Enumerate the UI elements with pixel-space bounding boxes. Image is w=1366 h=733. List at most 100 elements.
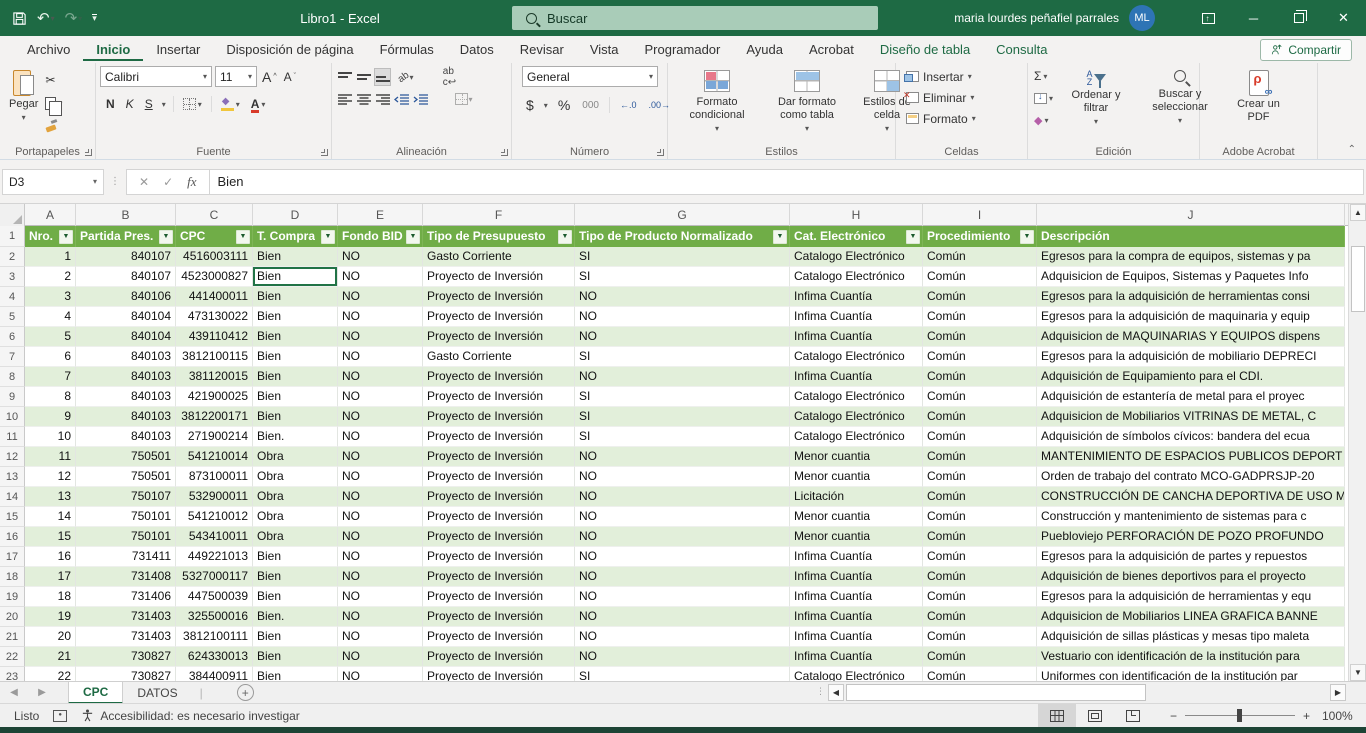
cell-A23[interactable]: 22	[25, 667, 76, 681]
cell-I18[interactable]: Común	[923, 567, 1037, 587]
column-header-B[interactable]: B	[76, 204, 176, 226]
cell-J23[interactable]: Uniformes con identificación de la insti…	[1037, 667, 1345, 681]
align-right-button[interactable]	[374, 90, 391, 108]
filter-dropdown-icon[interactable]: ▼	[773, 230, 787, 244]
font-color-button[interactable]: A▾	[249, 94, 268, 114]
cell-B10[interactable]: 840103	[76, 407, 176, 427]
cell-I4[interactable]: Común	[923, 287, 1037, 307]
cell-C21[interactable]: 3812100111	[176, 627, 253, 647]
cell-J19[interactable]: Egresos para la adquisición de herramien…	[1037, 587, 1345, 607]
table-header-A[interactable]: Nro.▼	[25, 226, 76, 247]
number-format-select[interactable]: General▾	[522, 66, 658, 87]
cell-G4[interactable]: NO	[575, 287, 790, 307]
scroll-up-icon[interactable]: ▲	[1350, 204, 1366, 221]
cell-H8[interactable]: Infima Cuantía	[790, 367, 923, 387]
cell-E3[interactable]: NO	[338, 267, 423, 287]
cell-J18[interactable]: Adquisición de bienes deportivos para el…	[1037, 567, 1345, 587]
row-header-5[interactable]: 5	[0, 307, 25, 327]
save-icon[interactable]	[12, 11, 27, 26]
cell-B5[interactable]: 840104	[76, 307, 176, 327]
cell-J17[interactable]: Egresos para la adquisición de partes y …	[1037, 547, 1345, 567]
cell-F2[interactable]: Gasto Corriente	[423, 247, 575, 267]
cell-A7[interactable]: 6	[25, 347, 76, 367]
cell-H7[interactable]: Catalogo Electrónico	[790, 347, 923, 367]
filter-dropdown-icon[interactable]: ▼	[321, 230, 335, 244]
cell-J8[interactable]: Adquisición de Equipamiento para el CDI.	[1037, 367, 1345, 387]
cell-G12[interactable]: NO	[575, 447, 790, 467]
filter-dropdown-icon[interactable]: ▼	[1020, 230, 1034, 244]
macro-record-icon[interactable]	[53, 710, 67, 722]
currency-button[interactable]: $	[524, 95, 536, 115]
cell-D6[interactable]: Bien	[253, 327, 338, 347]
decrease-indent-button[interactable]	[393, 90, 410, 108]
close-button[interactable]: ✕	[1321, 0, 1366, 36]
cell-I23[interactable]: Común	[923, 667, 1037, 681]
cell-C7[interactable]: 3812100115	[176, 347, 253, 367]
cell-B3[interactable]: 840107	[76, 267, 176, 287]
cell-J7[interactable]: Egresos para la adquisición de mobiliari…	[1037, 347, 1345, 367]
cell-I12[interactable]: Común	[923, 447, 1037, 467]
cell-A22[interactable]: 21	[25, 647, 76, 667]
customize-qat-button[interactable]: ▾	[92, 14, 97, 22]
cell-J12[interactable]: MANTENIMIENTO DE ESPACIOS PUBLICOS DEPOR…	[1037, 447, 1345, 467]
cell-F18[interactable]: Proyecto de Inversión	[423, 567, 575, 587]
wrap-text-button[interactable]: abc↩	[441, 68, 458, 86]
collapse-ribbon-icon[interactable]: ⌃	[1348, 144, 1356, 155]
increase-indent-button[interactable]	[412, 90, 429, 108]
cell-E23[interactable]: NO	[338, 667, 423, 681]
create-pdf-button[interactable]: Crear un PDF	[1204, 66, 1313, 124]
cell-C5[interactable]: 473130022	[176, 307, 253, 327]
cell-E12[interactable]: NO	[338, 447, 423, 467]
cell-D21[interactable]: Bien	[253, 627, 338, 647]
cell-H19[interactable]: Infima Cuantía	[790, 587, 923, 607]
avatar[interactable]: ML	[1129, 5, 1155, 31]
cell-G9[interactable]: SI	[575, 387, 790, 407]
cell-G15[interactable]: NO	[575, 507, 790, 527]
cell-J10[interactable]: Adquisicion de Mobiliarios VITRINAS DE M…	[1037, 407, 1345, 427]
cell-G16[interactable]: NO	[575, 527, 790, 547]
ribbon-tab-datos[interactable]: Datos	[447, 38, 507, 62]
row-header-20[interactable]: 20	[0, 607, 25, 627]
fill-color-button[interactable]: ▾	[219, 94, 242, 114]
filter-dropdown-icon[interactable]: ▼	[59, 230, 73, 244]
ribbon-tab-insertar[interactable]: Insertar	[143, 38, 213, 62]
cell-B2[interactable]: 840107	[76, 247, 176, 267]
cell-G22[interactable]: NO	[575, 647, 790, 667]
cell-E7[interactable]: NO	[338, 347, 423, 367]
cell-C2[interactable]: 4516003111	[176, 247, 253, 267]
row-header-13[interactable]: 13	[0, 467, 25, 487]
column-header-F[interactable]: F	[423, 204, 575, 226]
cell-J13[interactable]: Orden de trabajo del contrato MCO-GADPRS…	[1037, 467, 1345, 487]
insert-function-icon[interactable]: fx	[187, 174, 196, 190]
cell-I7[interactable]: Común	[923, 347, 1037, 367]
cell-F21[interactable]: Proyecto de Inversión	[423, 627, 575, 647]
column-header-I[interactable]: I	[923, 204, 1037, 226]
table-header-H[interactable]: Cat. Electrónico▼	[790, 226, 923, 247]
cell-B8[interactable]: 840103	[76, 367, 176, 387]
cell-H18[interactable]: Infima Cuantía	[790, 567, 923, 587]
zoom-slider-handle[interactable]	[1237, 709, 1242, 722]
cell-H23[interactable]: Catalogo Electrónico	[790, 667, 923, 681]
filter-dropdown-icon[interactable]: ▼	[906, 230, 920, 244]
cell-C14[interactable]: 532900011	[176, 487, 253, 507]
cell-A5[interactable]: 4	[25, 307, 76, 327]
cell-A10[interactable]: 9	[25, 407, 76, 427]
cell-I20[interactable]: Común	[923, 607, 1037, 627]
cell-H14[interactable]: Licitación	[790, 487, 923, 507]
cell-A8[interactable]: 7	[25, 367, 76, 387]
formula-bar-splitter[interactable]: ⋮	[104, 176, 126, 187]
cell-G17[interactable]: NO	[575, 547, 790, 567]
cell-H11[interactable]: Catalogo Electrónico	[790, 427, 923, 447]
sort-filter-button[interactable]: AZ Ordenar y filtrar▾	[1059, 66, 1133, 143]
ribbon-tab-disposición-de-página[interactable]: Disposición de página	[213, 38, 366, 62]
cell-F13[interactable]: Proyecto de Inversión	[423, 467, 575, 487]
cell-E17[interactable]: NO	[338, 547, 423, 567]
cell-D10[interactable]: Bien	[253, 407, 338, 427]
cell-A15[interactable]: 14	[25, 507, 76, 527]
cell-G14[interactable]: NO	[575, 487, 790, 507]
cell-C8[interactable]: 381120015	[176, 367, 253, 387]
cell-E11[interactable]: NO	[338, 427, 423, 447]
cell-F12[interactable]: Proyecto de Inversión	[423, 447, 575, 467]
filter-dropdown-icon[interactable]: ▼	[558, 230, 572, 244]
cell-C6[interactable]: 439110412	[176, 327, 253, 347]
